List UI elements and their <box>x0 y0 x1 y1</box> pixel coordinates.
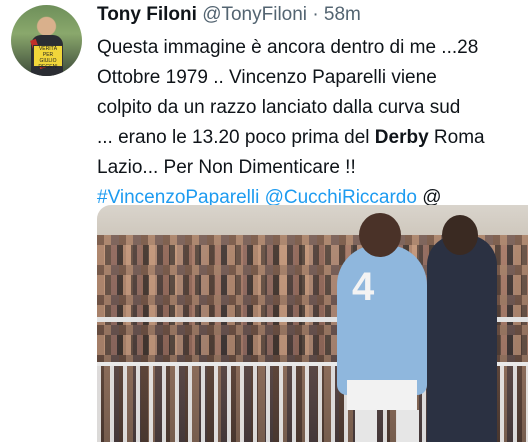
bold-derby: Derby <box>374 127 429 148</box>
shirt-number: 4 <box>352 265 375 309</box>
tweet-line-2: Ottobre 1979 .. Vincenzo Paparelli viene <box>97 67 437 88</box>
author-handle[interactable]: @TonyFiloni <box>202 4 307 25</box>
player-head <box>359 213 401 257</box>
player-shirt <box>337 245 427 395</box>
tweet-line-4-text: ... erano le 13.20 poco prima del <box>97 127 375 148</box>
player-sock-right <box>397 410 419 442</box>
tweet-text: Questa immagine è ancora dentro di me ..… <box>97 33 528 213</box>
author-name[interactable]: Tony Filoni <box>97 4 197 25</box>
tweet-line-4-tail: Roma <box>428 127 485 148</box>
tweet-line-4: ... erano le 13.20 poco prima del Derby … <box>97 123 528 153</box>
meta-separator: · <box>312 4 319 25</box>
avatar-sign: VERITÀ PER GIULIO REGENI <box>33 45 63 70</box>
player-sock-left <box>355 410 377 442</box>
tweet-line-5: Lazio... Per Non Dimenticare !! <box>97 157 356 178</box>
tweet-header: Tony Filoni @TonyFiloni · 58m <box>97 3 361 27</box>
player-shorts <box>347 380 417 410</box>
person-right-head <box>442 215 478 255</box>
tweet-line-3: colpito da un razzo lanciato dalla curva… <box>97 97 461 118</box>
person-right <box>427 235 497 442</box>
tweet-line-1: Questa immagine è ancora dentro di me ..… <box>97 37 479 58</box>
avatar[interactable]: VERITÀ PER GIULIO REGENI <box>11 5 82 76</box>
tweet-time[interactable]: 58m <box>324 4 361 25</box>
tweet-photo[interactable]: 4 <box>97 205 528 442</box>
